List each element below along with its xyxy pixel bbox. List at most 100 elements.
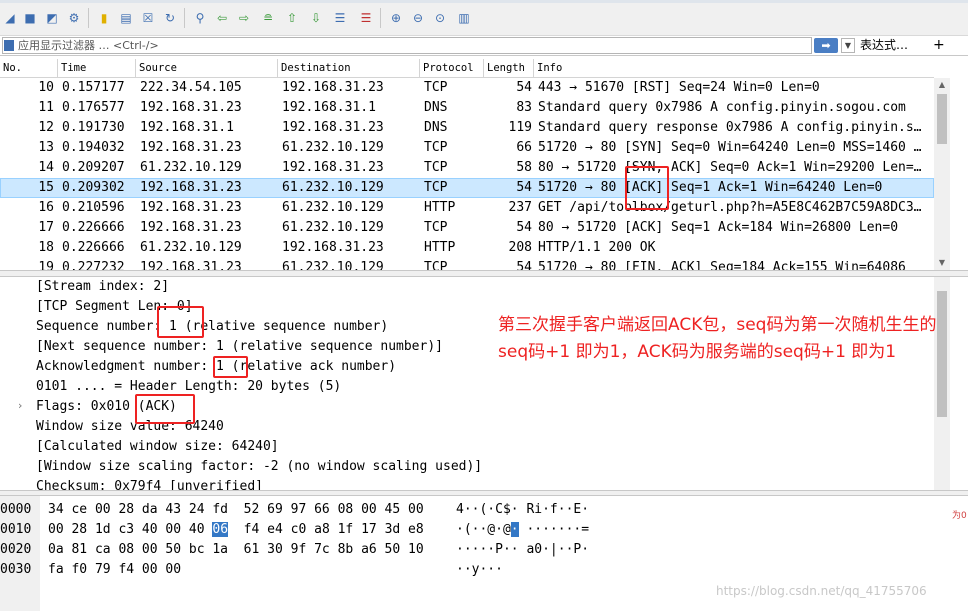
reload-icon[interactable]: ↻ xyxy=(162,10,178,26)
packet-row[interactable]: 16 0.210596 192.168.31.23 61.232.10.129 HTTP… xyxy=(0,198,934,218)
packet-row[interactable]: 12 0.191730 192.168.31.1 192.168.31.23 DNS 11… xyxy=(0,118,934,138)
byte-ascii-row[interactable]: ·(··@·@· ·······= xyxy=(456,520,589,540)
zoom-normal-icon[interactable]: ⊙ xyxy=(432,10,448,26)
packet-cell-len: 66 xyxy=(516,140,532,155)
stop-icon[interactable]: ■ xyxy=(22,10,38,26)
byte-hex-row[interactable]: 34 ce 00 28 da 43 24 fd 52 69 97 66 08 0… xyxy=(48,500,424,520)
packet-cell-src: 61.232.10.129 xyxy=(140,240,242,255)
detail-line-checksum[interactable]: Checksum: 0x79f4 [unverified] xyxy=(36,477,263,490)
detail-line-scaling-factor[interactable]: [Window size scaling factor: -2 (no wind… xyxy=(36,457,482,477)
packet-row[interactable]: 19 0.227232 192.168.31.23 61.232.10.129 TCP 5… xyxy=(0,258,934,270)
add-filter-button[interactable]: + xyxy=(933,36,945,55)
column-header-destination[interactable]: Destination xyxy=(278,59,420,78)
byte-hex-row[interactable]: fa f0 79 f4 00 00 xyxy=(48,560,181,580)
detail-line-stream-index[interactable]: [Stream index: 2] xyxy=(36,277,169,297)
restart-icon[interactable]: ◩ xyxy=(44,10,60,26)
byte-offset: 0000 xyxy=(0,502,32,517)
byte-ascii-text: ·····P·· a0·|··P· xyxy=(456,542,590,557)
go-forward-icon[interactable]: ⇨ xyxy=(236,10,252,26)
packet-cell-no: 15 xyxy=(38,180,54,195)
packet-cell-no: 16 xyxy=(38,200,54,215)
byte-ascii-row[interactable]: ··y··· xyxy=(456,560,503,580)
packet-row[interactable]: 11 0.176577 192.168.31.23 192.168.31.1 DNS 83… xyxy=(0,98,934,118)
packet-row[interactable]: 13 0.194032 192.168.31.23 61.232.10.129 TCP 6… xyxy=(0,138,934,158)
packet-cell-proto: TCP xyxy=(424,160,448,175)
byte-ascii-highlight: · xyxy=(510,522,519,537)
pane-splitter[interactable] xyxy=(0,270,968,277)
go-to-packet-icon[interactable]: ≘ xyxy=(260,10,276,26)
column-header-source[interactable]: Source xyxy=(136,59,278,78)
packet-cell-proto: TCP xyxy=(424,220,448,235)
byte-hex-row[interactable]: 0a 81 ca 08 00 50 bc 1a 61 30 9f 7c 8b a… xyxy=(48,540,424,560)
column-header-time[interactable]: Time xyxy=(58,59,136,78)
packet-row[interactable]: 17 0.226666 192.168.31.23 61.232.10.129 TCP 5… xyxy=(0,218,934,238)
packet-cell-dst: 192.168.31.23 xyxy=(282,120,384,135)
column-header-length[interactable]: Length xyxy=(484,59,534,78)
display-filter-input[interactable]: 应用显示过滤器 … <Ctrl-/> xyxy=(2,37,812,54)
details-scrollbar[interactable] xyxy=(934,277,950,490)
scrollbar-thumb[interactable] xyxy=(937,94,947,144)
packet-list-scrollbar[interactable]: ▲ ▼ xyxy=(934,78,950,270)
detail-line-calculated-window[interactable]: [Calculated window size: 64240] xyxy=(36,437,279,457)
packet-cell-dst: 192.168.31.23 xyxy=(282,80,384,95)
packet-cell-len: 208 xyxy=(508,240,532,255)
packet-cell-time: 0.194032 xyxy=(62,140,125,155)
toolbar-separator xyxy=(380,8,381,28)
zoom-in-icon[interactable]: ⊕ xyxy=(388,10,404,26)
filter-history-dropdown[interactable]: ▼ xyxy=(841,38,855,53)
zoom-out-icon[interactable]: ⊖ xyxy=(410,10,426,26)
options-gear-icon[interactable]: ⚙ xyxy=(66,10,82,26)
packet-cell-dst: 192.168.31.23 xyxy=(282,160,384,175)
detail-line-next-sequence[interactable]: [Next sequence number: 1 (relative seque… xyxy=(36,337,443,357)
packet-row[interactable]: 18 0.226666 61.232.10.129 192.168.31.23 HTTP… xyxy=(0,238,934,258)
go-first-icon[interactable]: ⇧ xyxy=(284,10,300,26)
go-back-icon[interactable]: ⇦ xyxy=(214,10,230,26)
packet-row[interactable]: 14 0.209207 61.232.10.129 192.168.31.23 TCP 5… xyxy=(0,158,934,178)
byte-ascii-row[interactable]: 4··(·C$· Ri·f··E· xyxy=(456,500,589,520)
packet-cell-len: 83 xyxy=(516,100,532,115)
packet-cell-time: 0.209302 xyxy=(62,180,125,195)
scroll-up-icon[interactable]: ▲ xyxy=(934,78,950,92)
packet-details-pane: [Stream index: 2] [TCP Segment Len: 0] S… xyxy=(0,277,968,490)
apply-filter-button[interactable]: ➡ xyxy=(814,38,838,53)
save-file-icon[interactable]: ▤ xyxy=(118,10,134,26)
filter-placeholder: 应用显示过滤器 … <Ctrl-/> xyxy=(18,39,159,52)
resize-columns-icon[interactable]: ▥ xyxy=(456,10,472,26)
byte-hex-row[interactable]: 00 28 1d c3 40 00 40 06 f4 e4 c0 a8 1f 1… xyxy=(48,520,424,540)
byte-ascii-row[interactable]: ·····P·· a0·|··P· xyxy=(456,540,589,560)
expand-arrow-icon[interactable]: › xyxy=(18,399,22,412)
packet-row-selected[interactable]: 15 0.209302 192.168.31.23 61.232.10.129 TCP 5… xyxy=(0,178,934,198)
autoscroll-icon[interactable]: ☰ xyxy=(332,10,348,26)
packet-cell-len: 58 xyxy=(516,160,532,175)
packet-cell-len: 54 xyxy=(516,220,532,235)
packet-cell-time: 0.176577 xyxy=(62,100,125,115)
detail-line-sequence-number[interactable]: Sequence number: 1 (relative sequence nu… xyxy=(36,317,388,337)
toolbar-separator xyxy=(184,8,185,28)
column-header-no[interactable]: No. xyxy=(0,59,58,78)
packet-cell-dst: 61.232.10.129 xyxy=(282,140,384,155)
column-header-info[interactable]: Info xyxy=(534,59,934,78)
expression-button[interactable]: 表达式… xyxy=(860,36,908,55)
close-file-icon[interactable]: ☒ xyxy=(140,10,156,26)
packet-cell-info: 51720 → 80 [ACK] Seq=1 Ack=1 Win=64240 L… xyxy=(538,180,883,195)
byte-ascii-text: 4··(·C$· Ri·f··E· xyxy=(456,502,590,517)
packet-cell-len: 54 xyxy=(516,260,532,270)
packet-cell-proto: HTTP xyxy=(424,240,456,255)
colorize-icon[interactable]: ☰ xyxy=(358,10,374,26)
packet-cell-time: 0.209207 xyxy=(62,160,125,175)
bookmark-icon[interactable] xyxy=(4,40,14,51)
toolbar-separator xyxy=(88,8,89,28)
column-header-protocol[interactable]: Protocol xyxy=(420,59,484,78)
packet-cell-src: 192.168.31.23 xyxy=(140,220,242,235)
detail-line-window-size[interactable]: Window size value: 64240 xyxy=(36,417,224,437)
scroll-down-icon[interactable]: ▼ xyxy=(934,256,950,270)
packet-cell-src: 192.168.31.23 xyxy=(140,260,242,270)
shark-fin-icon[interactable]: ◢ xyxy=(2,10,18,26)
go-last-icon[interactable]: ⇩ xyxy=(308,10,324,26)
packet-cell-dst: 192.168.31.1 xyxy=(282,100,376,115)
packet-row[interactable]: 10 0.157177 222.34.54.105 192.168.31.23 TCP 5… xyxy=(0,78,934,98)
find-icon[interactable]: ⚲ xyxy=(192,10,208,26)
open-file-icon[interactable]: ▮ xyxy=(96,10,112,26)
packet-cell-dst: 61.232.10.129 xyxy=(282,260,384,270)
packet-cell-time: 0.226666 xyxy=(62,220,125,235)
